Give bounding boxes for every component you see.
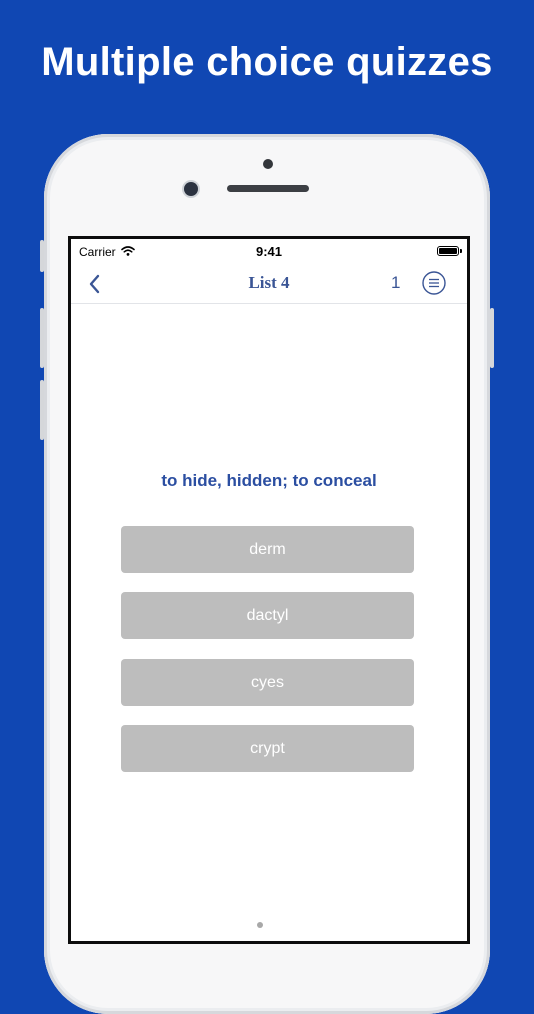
app-screen: Carrier 9:41 List 4 1 to hide, hidden; t…	[68, 236, 470, 944]
status-time: 9:41	[255, 244, 283, 259]
answer-choice-3[interactable]: cyes	[121, 659, 414, 706]
promo-headline: Multiple choice quizzes	[41, 40, 493, 84]
answer-choice-4[interactable]: crypt	[121, 725, 414, 772]
proximity-sensor	[263, 159, 273, 169]
battery-icon	[437, 246, 459, 256]
phone-volume-down	[40, 380, 44, 440]
page-title: List 4	[248, 273, 290, 292]
answer-choice-2[interactable]: dactyl	[121, 592, 414, 639]
front-camera	[184, 182, 198, 196]
battery-tip	[460, 249, 462, 253]
menu-button[interactable]	[421, 270, 447, 296]
phone-volume-up	[40, 308, 44, 368]
question-count: 1	[391, 273, 401, 292]
status-bar: Carrier 9:41	[71, 239, 467, 263]
earpiece-speaker	[227, 185, 309, 192]
page-indicator-dot	[257, 922, 263, 928]
list-circle-icon	[422, 271, 446, 295]
navigation-bar: List 4 1	[71, 263, 467, 304]
phone-power-button	[490, 308, 494, 368]
phone-mute-switch	[40, 240, 44, 272]
answer-choice-1[interactable]: derm	[121, 526, 414, 573]
quiz-prompt: to hide, hidden; to conceal	[161, 471, 377, 490]
